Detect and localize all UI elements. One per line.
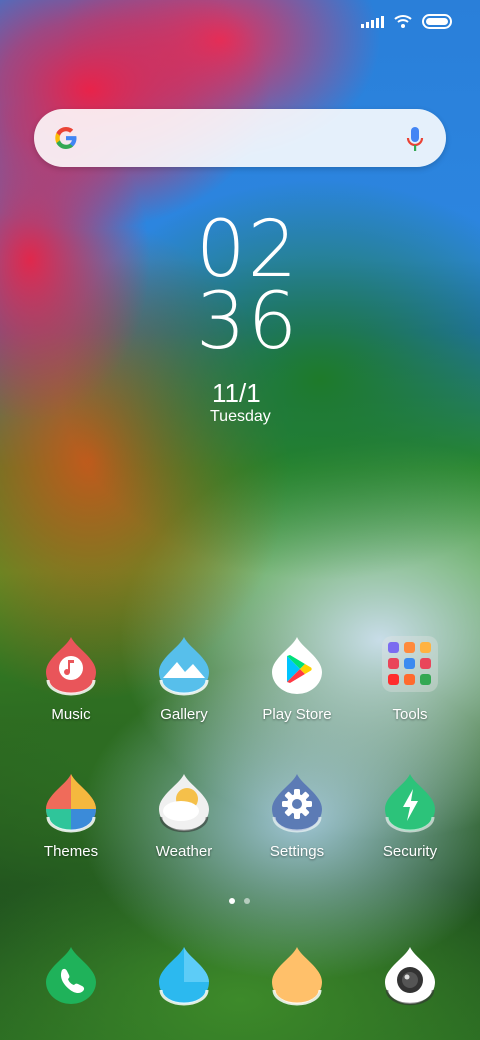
app-weather[interactable]: Weather bbox=[128, 771, 240, 860]
battery-icon bbox=[422, 13, 452, 29]
app-label: Tools bbox=[392, 706, 428, 723]
dock-camera[interactable] bbox=[354, 944, 466, 1006]
microphone-icon[interactable] bbox=[406, 125, 424, 153]
app-label: Weather bbox=[155, 843, 213, 860]
page-dot-active bbox=[229, 898, 235, 904]
app-label: Security bbox=[382, 843, 438, 860]
page-indicator bbox=[229, 898, 250, 904]
app-label: Themes bbox=[43, 843, 99, 860]
phone-icon bbox=[46, 947, 96, 1004]
app-gallery[interactable]: Gallery bbox=[128, 634, 240, 723]
messaging-icon bbox=[159, 947, 209, 1006]
weather-icon bbox=[159, 774, 209, 833]
app-music[interactable]: Music bbox=[15, 634, 127, 723]
play-store-icon bbox=[272, 637, 322, 694]
dock-messaging[interactable] bbox=[128, 944, 240, 1006]
clock-date: 11/1 bbox=[212, 378, 261, 408]
cellular-signal-icon bbox=[361, 14, 384, 28]
app-label: Gallery bbox=[160, 706, 208, 723]
settings-icon bbox=[272, 774, 322, 833]
app-label: Play Store bbox=[262, 706, 332, 723]
app-settings[interactable]: Settings bbox=[241, 771, 353, 860]
camera-icon bbox=[385, 947, 435, 1006]
wifi-icon bbox=[394, 15, 412, 28]
browser-icon bbox=[272, 947, 322, 1006]
app-play-store[interactable]: Play Store bbox=[241, 634, 353, 723]
app-security[interactable]: Security bbox=[354, 771, 466, 860]
music-icon bbox=[46, 637, 96, 696]
app-themes[interactable]: Themes bbox=[15, 771, 127, 860]
app-label: Music bbox=[51, 706, 91, 723]
clock-day: Tuesday bbox=[210, 408, 271, 425]
security-icon bbox=[385, 774, 435, 833]
app-folder-tools[interactable]: Tools bbox=[354, 634, 466, 723]
page-dot bbox=[244, 898, 250, 904]
dock-phone[interactable] bbox=[15, 944, 127, 1006]
clock-widget[interactable]: 02 36 bbox=[196, 205, 316, 367]
dock-browser[interactable] bbox=[241, 944, 353, 1006]
status-bar bbox=[361, 10, 452, 32]
folder-icon bbox=[382, 636, 438, 692]
clock-minutes: 36 bbox=[196, 277, 300, 367]
google-search-bar[interactable] bbox=[34, 109, 446, 167]
clock-hours: 02 bbox=[196, 205, 300, 295]
gallery-icon bbox=[159, 637, 209, 696]
google-g-logo bbox=[55, 127, 77, 149]
themes-icon bbox=[46, 774, 96, 833]
app-label: Settings bbox=[269, 843, 325, 860]
